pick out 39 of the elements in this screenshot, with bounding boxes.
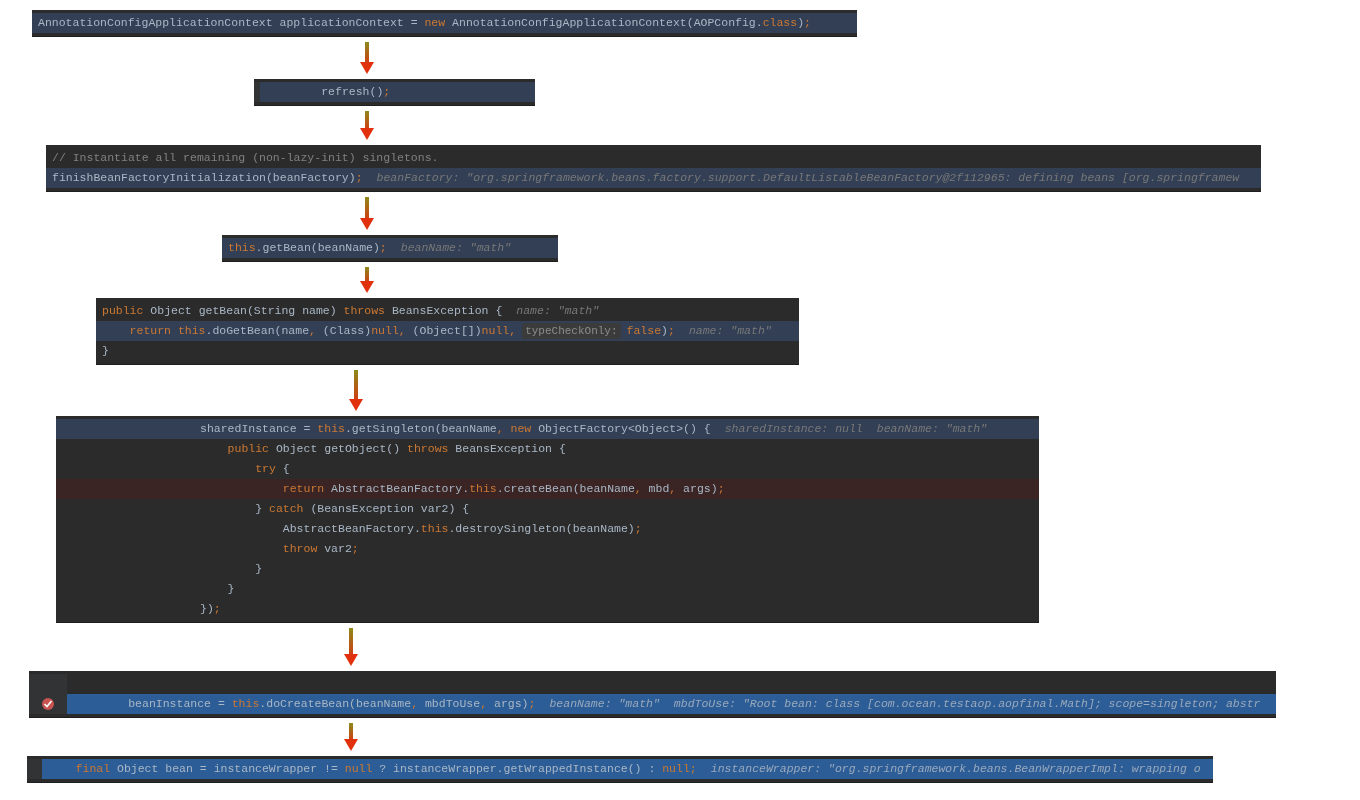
flow-arrow	[360, 267, 374, 293]
code-text: false);	[626, 323, 675, 340]
inline-hint: mbdToUse: "Root bean: class [com.ocean.testaop.aopfinal.Math]; scope=singleton; abstr	[673, 696, 1261, 713]
inline-hint: beanFactory: "org.springframework.beans.factory.support.DefaultListableBeanFactory@2f112965: defining beans [org.springframew	[376, 170, 1240, 187]
code-text: beanInstance = this.doCreateBean(beanName, mbdToUse, args);	[128, 696, 536, 713]
code-text: refresh();	[321, 84, 391, 101]
code-text: }	[255, 561, 263, 578]
inline-hint: beanName: "math"	[876, 421, 988, 438]
code-text: try {	[255, 461, 290, 478]
code-text: }	[227, 581, 235, 598]
flow-arrow	[360, 42, 374, 74]
inline-hint: sharedInstance: null	[724, 421, 863, 438]
code-text: AbstractBeanFactory.this.destroySingleton(beanName);	[282, 521, 642, 538]
code-text: return this.doGetBean(name, (Class)null, (Object[])null,	[129, 323, 517, 340]
parameter-hint: typeCheckOnly:	[522, 322, 621, 340]
inline-hint: name: "math"	[516, 303, 600, 320]
code-text: finishBeanFactoryInitialization(beanFactory);	[52, 170, 363, 187]
code-text: // Instantiate all remaining (non-lazy-init) singletons.	[52, 150, 439, 167]
flow-arrow	[360, 197, 374, 230]
inline-hint: beanName: "math"	[549, 696, 660, 713]
code-text: } catch (BeansException var2) {	[255, 501, 470, 518]
code-text: });	[200, 601, 221, 618]
code-text: this.getBean(beanName);	[228, 240, 387, 257]
code-text: }	[102, 343, 109, 360]
inline-hint: instanceWrapper: "org.springframework.beans.BeanWrapperImpl: wrapping o	[710, 761, 1201, 778]
inline-hint: name: "math"	[688, 323, 772, 340]
code-text: return AbstractBeanFactory.this.createBean(beanName, mbd, args);	[282, 481, 725, 498]
flow-arrow	[360, 111, 374, 140]
code-text: public Object getObject() throws BeansException {	[227, 441, 566, 458]
flow-arrow	[349, 370, 363, 411]
flow-arrow	[344, 723, 358, 751]
code-text: throw var2;	[282, 541, 359, 558]
code-text: sharedInstance = this.getSingleton(beanName, new ObjectFactory<Object>() {	[200, 421, 711, 438]
inline-hint: beanName: "math"	[400, 240, 512, 257]
flow-arrow	[344, 628, 358, 666]
breakpoint-icon[interactable]	[41, 697, 55, 711]
code-text: public Object getBean(String name) throws BeansException {	[102, 303, 503, 320]
code-text: AnnotationConfigApplicationContext applicationContext = new AnnotationConfigApplicationContext(AOPConfig.class);	[38, 15, 811, 32]
code-text: final Object bean = instanceWrapper != null ? instanceWrapper.getWrappedInstance() : null;	[75, 761, 697, 778]
